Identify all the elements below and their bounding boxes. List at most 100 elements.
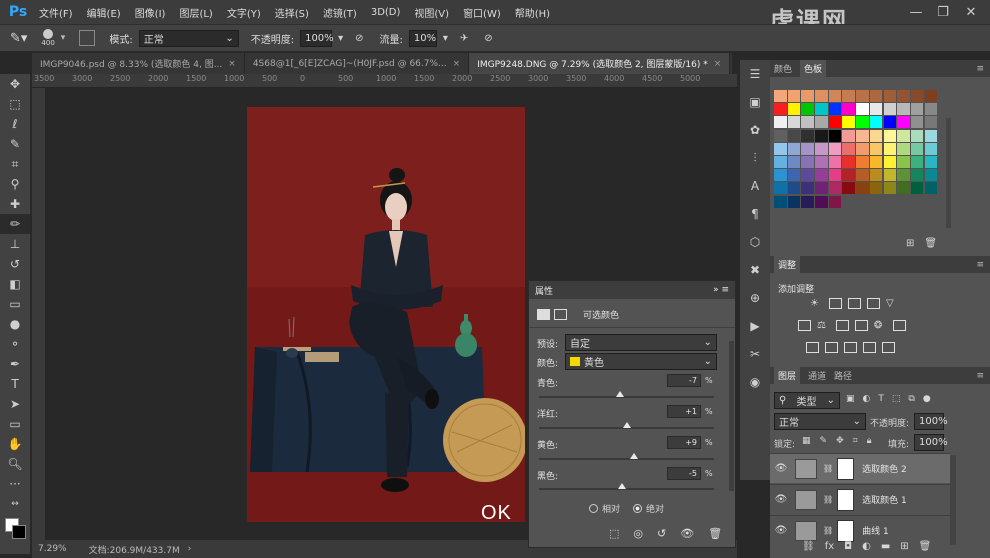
color-swatch[interactable] [842, 116, 855, 129]
color-swatch[interactable] [842, 182, 855, 195]
close-icon[interactable]: ✕ [960, 0, 982, 24]
color-swatch[interactable] [787, 142, 801, 155]
color-swatch[interactable] [869, 182, 883, 195]
path-select-tool-icon[interactable]: ➤ [0, 394, 30, 414]
color-swatch[interactable] [815, 90, 828, 102]
color-swatch[interactable] [828, 195, 842, 208]
color-swatch[interactable] [910, 103, 924, 116]
adjustments-sliders-icon[interactable]: ⫶ [740, 144, 770, 172]
color-swatch[interactable] [842, 103, 855, 116]
color-swatch[interactable] [883, 142, 896, 155]
blend-mode-select[interactable]: 正常 ⌄ [774, 413, 866, 430]
color-swatch[interactable] [828, 90, 842, 102]
mask-icon[interactable] [554, 309, 567, 320]
color-swatch[interactable] [883, 155, 896, 168]
close-icon[interactable]: × [228, 59, 236, 69]
layer-opacity-input[interactable]: 100% [914, 413, 948, 430]
color-swatch[interactable] [774, 169, 787, 182]
pen-tool-icon[interactable]: ✒ [0, 354, 30, 374]
adjustments-title[interactable]: 调整 [774, 256, 801, 273]
close-icon[interactable]: × [453, 59, 461, 69]
panel-menu-icon[interactable]: ≡ [976, 64, 984, 74]
color-swatch[interactable] [910, 142, 924, 155]
menu-view[interactable]: 视图(V) [407, 5, 456, 20]
paragraph-panel-icon[interactable]: ¶ [740, 200, 770, 228]
flow-dropdown-icon[interactable]: ▾ [443, 33, 448, 44]
layer-mask-thumbnail[interactable] [837, 519, 855, 542]
tab-color[interactable]: 颜色 [774, 62, 792, 75]
eye-icon[interactable]: 👁︎ [770, 525, 792, 536]
color-swatch[interactable] [815, 155, 828, 168]
layers-scrollbar[interactable] [950, 455, 956, 545]
new-swatch-icon[interactable]: ⊞ [906, 238, 914, 249]
opacity-input[interactable]: 100% [300, 29, 334, 47]
lock-transparent-icon[interactable]: ▦ [802, 436, 811, 446]
clone-source-icon[interactable]: ⊕ [740, 284, 770, 312]
adjustment-filter-icon[interactable]: ◐ [863, 394, 871, 404]
color-swatch[interactable] [801, 195, 814, 208]
cyan-slider[interactable] [539, 391, 714, 398]
zoom-level[interactable]: 7.29% [38, 544, 67, 554]
adjustment-icon[interactable] [537, 309, 550, 320]
properties-scrollbar[interactable] [729, 341, 734, 491]
color-swatch[interactable] [856, 90, 869, 102]
pressure-size-icon[interactable]: ⊘ [484, 33, 492, 44]
maximize-icon[interactable]: ❐ [932, 0, 954, 24]
color-swatch[interactable] [801, 116, 814, 129]
tab-paths[interactable]: 路径 [834, 369, 852, 382]
airbrush-icon[interactable]: ✈ [460, 33, 468, 44]
color-swatch[interactable] [856, 103, 869, 116]
tab-channels[interactable]: 通道 [808, 369, 826, 382]
history-brush-tool-icon[interactable]: ↺ [0, 254, 30, 274]
color-swatch[interactable] [774, 142, 787, 155]
color-swatch[interactable] [815, 182, 828, 195]
color-swatch[interactable] [897, 169, 910, 182]
link-icon[interactable]: ⛓ [823, 526, 833, 535]
gradient-tool-icon[interactable]: ▭ [0, 294, 30, 314]
color-swatch[interactable] [828, 103, 842, 116]
color-swatch[interactable] [774, 116, 787, 129]
layer-mask-thumbnail[interactable] [837, 488, 855, 511]
tab-doc-1[interactable]: IMGP9046.psd @ 8.33% (选取颜色 4, 图... × [32, 53, 245, 74]
color-swatch[interactable] [883, 129, 896, 142]
method-absolute[interactable]: 绝对 [633, 502, 664, 515]
gradient-map-icon[interactable] [863, 342, 876, 353]
fill-input[interactable]: 100% [914, 434, 948, 451]
color-swatch[interactable] [774, 129, 787, 142]
lock-pixels-icon[interactable]: ✎ [820, 436, 828, 446]
document-image[interactable] [247, 107, 525, 522]
color-swatch[interactable] [910, 129, 924, 142]
view-previous-icon[interactable]: ◎ [633, 527, 643, 540]
cyan-value-input[interactable]: -7 [667, 374, 701, 387]
zoom-tool-icon[interactable]: 🔍︎ [0, 454, 30, 474]
color-swatch[interactable] [801, 129, 814, 142]
swap-colors-icon[interactable]: ↔ [0, 494, 30, 514]
magenta-slider[interactable] [539, 422, 714, 429]
lasso-tool-icon[interactable]: ℓ [0, 114, 30, 134]
invert-icon[interactable] [806, 342, 819, 353]
more-tools-icon[interactable]: ··· [0, 474, 30, 494]
new-group-icon[interactable]: ▬ [881, 541, 890, 552]
color-swatch[interactable] [801, 155, 814, 168]
mode-select[interactable]: 正常 ⌄ [138, 29, 239, 47]
slider-knob[interactable] [616, 391, 625, 397]
close-icon[interactable]: × [714, 59, 722, 69]
color-swatch[interactable] [774, 195, 787, 208]
color-swatch[interactable] [869, 169, 883, 182]
color-swatch[interactable] [828, 169, 842, 182]
delete-icon[interactable]: 🗑︎ [708, 527, 722, 540]
color-swatch[interactable] [883, 169, 896, 182]
layer-row[interactable]: 👁︎ ⛓ 选取颜色 1 [770, 484, 950, 514]
brush-tool-icon[interactable]: ✎▾ [10, 31, 27, 46]
color-swatch[interactable] [897, 90, 910, 102]
hue-saturation-icon[interactable] [798, 320, 811, 331]
threshold-icon[interactable] [844, 342, 857, 353]
brightness-icon[interactable]: ☀ [810, 298, 823, 309]
brush-preset-dropdown-icon[interactable]: ▾ [61, 33, 66, 43]
new-adjustment-icon[interactable]: ◐ [862, 541, 871, 552]
curves-icon[interactable] [848, 298, 861, 309]
color-swatch[interactable] [815, 103, 828, 116]
eyedropper-tool-icon[interactable]: ⚲ [0, 174, 30, 194]
color-swatch[interactable] [774, 155, 787, 168]
color-swatch[interactable] [856, 155, 869, 168]
